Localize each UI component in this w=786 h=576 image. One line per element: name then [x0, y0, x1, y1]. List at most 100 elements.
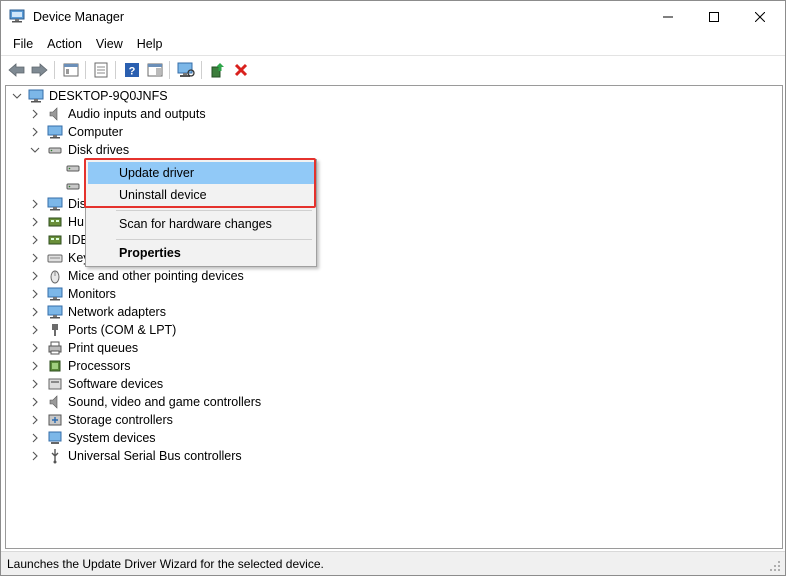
menu-scan-hardware-changes[interactable]: Scan for hardware changes	[88, 213, 314, 235]
minimize-button[interactable]	[645, 1, 691, 32]
chevron-right-icon[interactable]	[30, 325, 40, 335]
chevron-right-icon[interactable]	[30, 397, 40, 407]
close-button[interactable]	[737, 1, 783, 32]
menu-view[interactable]: View	[89, 33, 130, 55]
chevron-right-icon[interactable]	[30, 271, 40, 281]
tree-item-label: Dis	[68, 197, 87, 211]
update-driver-icon	[211, 63, 224, 78]
tree-item-label: Universal Serial Bus controllers	[68, 449, 242, 463]
menu-help[interactable]: Help	[130, 33, 170, 55]
tree-category[interactable]: Storage controllers	[6, 411, 776, 429]
chevron-down-icon[interactable]	[12, 91, 22, 101]
tree-item-label: Mice and other pointing devices	[68, 269, 244, 283]
menu-file[interactable]: File	[1, 33, 40, 55]
status-text: Launches the Update Driver Wizard for th…	[7, 557, 324, 571]
chevron-right-icon[interactable]	[30, 199, 40, 209]
tree-item-label: Monitors	[68, 287, 116, 301]
display-adapter-icon	[47, 197, 63, 211]
chevron-down-icon[interactable]	[30, 145, 40, 155]
menu-properties[interactable]: Properties	[88, 242, 314, 264]
software-device-icon	[48, 378, 62, 390]
tree-category[interactable]: Sound, video and game controllers	[6, 393, 776, 411]
menu-uninstall-device[interactable]: Uninstall device	[88, 184, 314, 206]
chevron-right-icon[interactable]	[30, 217, 40, 227]
device-manager-app-icon	[9, 9, 25, 23]
disk-drive-icon	[48, 147, 62, 154]
keyboard-icon	[47, 254, 63, 263]
scan-hardware-icon	[177, 62, 195, 77]
monitor-icon	[47, 125, 63, 139]
toolbar: ?	[1, 55, 785, 83]
chevron-right-icon[interactable]	[30, 235, 40, 245]
tree-category[interactable]: Audio inputs and outputs	[6, 105, 776, 123]
printer-icon	[48, 341, 62, 355]
port-icon	[52, 324, 58, 336]
monitor-icon	[47, 287, 63, 301]
properties-button[interactable]	[91, 60, 111, 80]
close-icon	[755, 11, 765, 22]
disk-drive-icon	[66, 183, 80, 190]
show-hide-console-tree-button[interactable]	[61, 60, 81, 80]
tree-category[interactable]: Monitors	[6, 285, 776, 303]
device-tree[interactable]: DESKTOP-9Q0JNFS Audio inputs and outputs C…	[5, 85, 783, 549]
maximize-button[interactable]	[691, 1, 737, 32]
action-pane-icon	[147, 63, 163, 77]
back-button[interactable]	[7, 60, 27, 80]
menu-bar: File Action View Help	[1, 33, 785, 55]
ide-controller-icon	[48, 235, 62, 245]
usb-icon	[51, 449, 59, 464]
chevron-right-icon[interactable]	[30, 361, 40, 371]
svg-text:?: ?	[129, 66, 136, 78]
chevron-right-icon[interactable]	[30, 343, 40, 353]
processor-icon	[49, 360, 61, 372]
tree-category[interactable]: Computer	[6, 123, 776, 141]
context-menu: Update driver Uninstall device Scan for …	[85, 159, 317, 267]
help-icon: ?	[125, 63, 139, 78]
tree-category[interactable]: Mice and other pointing devices	[6, 267, 776, 285]
chevron-right-icon[interactable]	[30, 109, 40, 119]
chevron-right-icon[interactable]	[30, 433, 40, 443]
computer-icon	[28, 89, 44, 103]
update-driver-button[interactable]	[208, 60, 228, 80]
forward-icon	[31, 63, 48, 77]
chevron-right-icon[interactable]	[30, 289, 40, 299]
forward-button[interactable]	[29, 60, 49, 80]
network-icon	[47, 305, 63, 319]
uninstall-button[interactable]	[231, 60, 251, 80]
tree-category[interactable]: Ports (COM & LPT)	[6, 321, 776, 339]
menu-separator	[116, 239, 312, 240]
chevron-right-icon[interactable]	[30, 379, 40, 389]
tree-root-label: DESKTOP-9Q0JNFS	[49, 89, 168, 103]
tree-item-label: System devices	[68, 431, 156, 445]
tree-category[interactable]: Disk drives	[6, 141, 776, 159]
device-manager-window: Device Manager File Action View Help ? D…	[0, 0, 786, 576]
disk-drive-icon	[66, 165, 80, 172]
tree-item-label: Network adapters	[68, 305, 166, 319]
tree-category[interactable]: System devices	[6, 429, 776, 447]
tree-category[interactable]: Universal Serial Bus controllers	[6, 447, 776, 465]
sound-icon	[49, 395, 58, 409]
tree-category[interactable]: Software devices	[6, 375, 776, 393]
chevron-right-icon[interactable]	[30, 253, 40, 263]
menu-update-driver[interactable]: Update driver	[88, 162, 314, 184]
tree-item-label: Audio inputs and outputs	[68, 107, 206, 121]
help-button[interactable]: ?	[122, 60, 142, 80]
tree-category[interactable]: Print queues	[6, 339, 776, 357]
tree-root[interactable]: DESKTOP-9Q0JNFS	[6, 87, 776, 105]
tree-category[interactable]: Network adapters	[6, 303, 776, 321]
action-pane-button[interactable]	[145, 60, 165, 80]
menu-action[interactable]: Action	[40, 33, 89, 55]
chevron-right-icon[interactable]	[30, 307, 40, 317]
scan-hardware-button[interactable]	[176, 60, 196, 80]
back-icon	[8, 63, 25, 77]
title-bar: Device Manager	[1, 1, 785, 33]
resize-grip-icon[interactable]	[769, 560, 781, 572]
system-device-icon	[48, 431, 62, 444]
tree-item-label: Hu	[68, 215, 84, 229]
chevron-right-icon[interactable]	[30, 451, 40, 461]
uninstall-icon	[234, 63, 248, 77]
chevron-right-icon[interactable]	[30, 127, 40, 137]
tree-category[interactable]: Processors	[6, 357, 776, 375]
chevron-right-icon[interactable]	[30, 415, 40, 425]
tree-item-label: Print queues	[68, 341, 139, 355]
